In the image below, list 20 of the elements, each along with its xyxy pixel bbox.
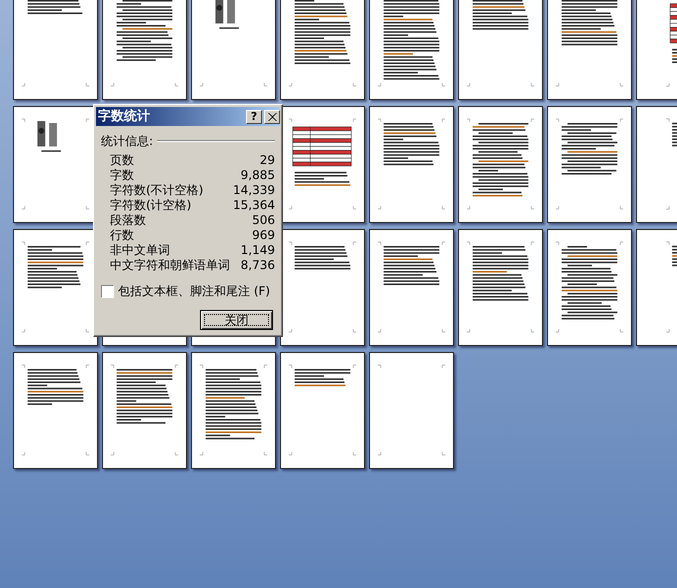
stat-label: 中文字符和朝鲜语单词 bbox=[110, 258, 230, 273]
window-title: 字数统计 bbox=[98, 108, 151, 126]
stat-label: 字符数(计空格) bbox=[110, 198, 192, 213]
stat-value: 969 bbox=[252, 228, 275, 243]
stat-value: 9,885 bbox=[240, 168, 275, 183]
stat-value: 15,364 bbox=[233, 198, 275, 213]
stat-label: 字符数(不计空格) bbox=[110, 183, 204, 198]
stat-label: 页数 bbox=[110, 153, 134, 168]
checkbox-label: 包括文本框、脚注和尾注 (F) bbox=[118, 283, 270, 300]
stat-label: 非中文单词 bbox=[110, 243, 170, 258]
help-button[interactable]: ? bbox=[246, 110, 262, 124]
stat-label: 行数 bbox=[110, 228, 134, 243]
stat-label: 段落数 bbox=[110, 213, 146, 228]
stat-value: 506 bbox=[252, 213, 275, 228]
stat-value: 29 bbox=[260, 153, 275, 168]
stat-label: 字数 bbox=[110, 168, 134, 183]
stat-value: 1,149 bbox=[240, 243, 275, 258]
stat-value: 8,736 bbox=[240, 258, 275, 273]
stat-value: 14,339 bbox=[233, 183, 275, 198]
section-label: 统计信息: bbox=[101, 133, 154, 150]
